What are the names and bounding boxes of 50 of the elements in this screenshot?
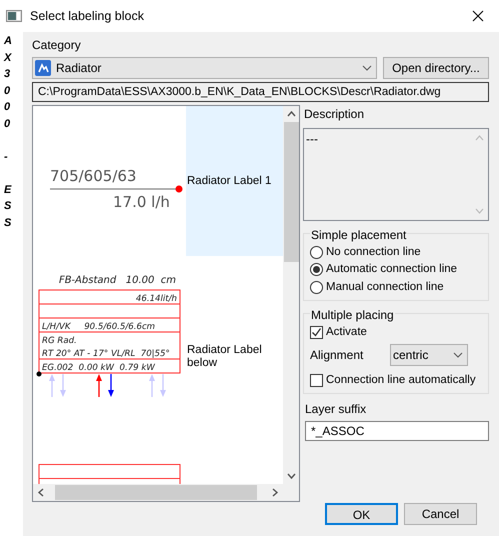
window-title: Select labeling block: [30, 8, 145, 25]
drawing-text: 17.0 l/h: [113, 193, 170, 211]
drawing-text: 46.14lit/h: [136, 294, 177, 304]
path-field: C:\ProgramData\ESS\AX3000.b_EN\K_Data_EN\BLOCKS\Descr\Radiator.dwg: [32, 82, 489, 102]
layer-suffix-label: Layer suffix: [305, 401, 368, 418]
arrow-icon: [160, 374, 166, 397]
checkbox-option[interactable]: Connection line automatically: [310, 372, 482, 390]
anchor-dot: [176, 186, 182, 192]
alignment-label: Alignment: [310, 347, 364, 364]
drawing-text: 705/605/63: [50, 167, 136, 185]
drawing-text: RT 20° AT - 17° VL/RL 70|55°: [42, 349, 170, 359]
dialog-button[interactable]: Cancel: [404, 503, 477, 525]
category-label: Category: [32, 37, 82, 54]
open-directory-button[interactable]: Open directory...: [383, 57, 489, 79]
dialog-button[interactable]: OK: [325, 503, 398, 525]
side-label: AX3000 - ESS: [4, 34, 13, 230]
scroll-down-icon: [475, 208, 484, 214]
description-label: Description: [304, 106, 366, 123]
drawing-text: FB-Abstand 10.00 cm: [59, 275, 176, 286]
close-icon[interactable]: [472, 10, 484, 22]
description-field[interactable]: ---: [303, 128, 489, 221]
anchor-dot: [36, 372, 42, 376]
radio-button[interactable]: [310, 246, 323, 260]
alignment-dropdown[interactable]: centric: [390, 344, 468, 366]
radio-button[interactable]: [310, 280, 323, 294]
category-dropdown[interactable]: Radiator: [32, 57, 377, 79]
arrow-icon: [49, 374, 55, 397]
block-label[interactable]: Radiator Label below: [186, 256, 283, 458]
arrow-icon: [60, 374, 66, 397]
vertical-scrollbar[interactable]: [283, 106, 299, 484]
layer-suffix-field[interactable]: *_ASSOC: [305, 421, 489, 442]
radio-option[interactable]: Automatic connection line: [310, 261, 482, 278]
category-icon: [35, 60, 51, 76]
horizontal-scrollbar[interactable]: [33, 484, 299, 501]
checkbox[interactable]: [310, 326, 323, 339]
arrow-icon: [108, 374, 114, 397]
block-list[interactable]: 705/605/63 17.0 l/h Radiator Label 1 FB-Abstand 10.00 cm 46.14lit/h L/H/VK 90.5/60.5/6.6cm RG Rad. RT 20° AT - 17° VL/RL 70|55° EG.002 0.00 kW 0.79 kW Radiator Label below: [32, 105, 300, 502]
arrow-icon: [96, 374, 102, 397]
scroll-up-icon: [475, 135, 484, 141]
block-label[interactable]: Radiator Label 1: [186, 106, 283, 256]
arrow-icon: [149, 374, 155, 397]
radio-option[interactable]: Manual connection line: [310, 278, 482, 296]
app-icon: [6, 10, 22, 22]
drawing-text: RG Rad.: [42, 336, 77, 346]
checkbox-option[interactable]: Activate: [310, 324, 482, 341]
radio-option[interactable]: No connection line: [310, 244, 482, 262]
drawing-text: L/H/VK 90.5/60.5/6.6cm: [42, 322, 156, 332]
checkbox[interactable]: [310, 374, 323, 388]
radio-button[interactable]: [310, 263, 323, 276]
drawing-text: EG.002 0.00 kW 0.79 kW: [42, 363, 155, 373]
